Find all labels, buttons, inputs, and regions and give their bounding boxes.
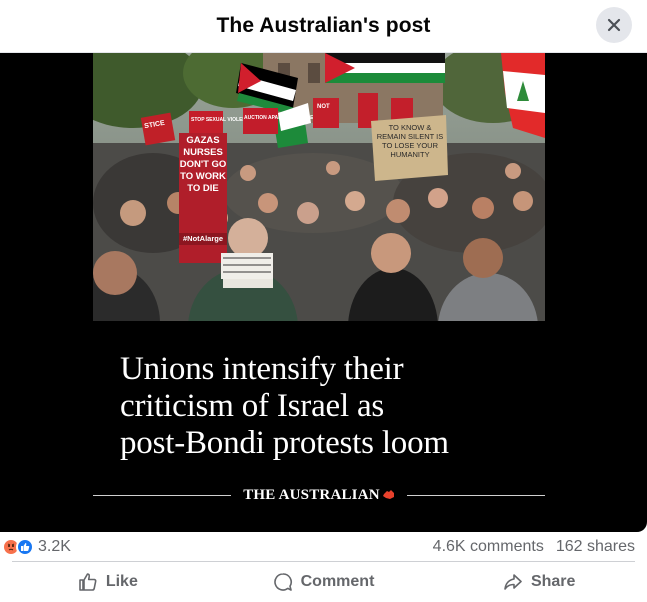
comments-count[interactable]: 4.6K comments (433, 538, 544, 556)
headline-line-1: Unions intensify their (120, 351, 404, 387)
brand-divider-right (406, 494, 545, 496)
post-actions: Like Comment Share (0, 562, 647, 602)
headline-line-2: criticism of Israel as (120, 388, 385, 424)
sign-nurses-text: GAZAS NURSES DON'T GO TO WORK TO DIE (179, 135, 227, 194)
palestine-flag-large (325, 53, 445, 83)
brand-row: THE AUSTRALIAN (93, 485, 545, 505)
post-modal: The Australian's post STICE STOP SEXUAL … (0, 0, 647, 602)
headline-line-3: post-Bondi protests loom (120, 425, 449, 461)
post-image-card[interactable]: STICE STOP SEXUAL VIOLENCE IN WAR AUCTIO… (0, 53, 647, 532)
close-icon (607, 18, 621, 32)
modal-title: The Australian's post (216, 14, 431, 37)
sign-not: NOT (317, 104, 330, 110)
like-button[interactable]: Like (0, 562, 216, 602)
reaction-count: 3.2K (38, 538, 71, 555)
comment-label: Comment (300, 573, 375, 590)
brand-logo: THE AUSTRALIAN (231, 487, 407, 504)
reactions-summary[interactable]: 3.2K (0, 538, 71, 556)
sign-apartheid: AUCTION APARTHEID ISRAEL (244, 115, 317, 121)
share-icon (504, 574, 522, 590)
nurses-sign: GAZAS NURSES DON'T GO TO WORK TO DIE #No… (179, 133, 227, 263)
shares-count[interactable]: 162 shares (556, 538, 635, 556)
modal-header: The Australian's post (0, 0, 647, 53)
sign-silent-text: TO KNOW & REMAIN SILENT IS TO LOSE YOUR … (376, 123, 444, 159)
protest-photo: STICE STOP SEXUAL VIOLENCE IN WAR AUCTIO… (93, 53, 545, 321)
like-reaction-icon (16, 538, 34, 556)
comment-icon (273, 573, 292, 591)
brand-divider-left (93, 494, 232, 496)
like-label: Like (105, 573, 138, 590)
share-label: Share (530, 573, 576, 590)
brand-name: THE AUSTRALIAN (243, 486, 380, 503)
cardboard-sign: TO KNOW & REMAIN SILENT IS TO LOSE YOUR … (371, 115, 448, 181)
post-stats: 3.2K 4.6K comments 162 shares (0, 534, 647, 560)
share-button[interactable]: Share (431, 562, 647, 602)
sign-hashtag-text: #NotAlarge (179, 233, 227, 245)
thumbs-up-icon (79, 573, 97, 591)
australia-map-icon (382, 490, 394, 499)
close-button[interactable] (596, 7, 632, 43)
headline: Unions intensify their criticism of Isra… (120, 351, 550, 462)
comment-button[interactable]: Comment (216, 562, 432, 602)
